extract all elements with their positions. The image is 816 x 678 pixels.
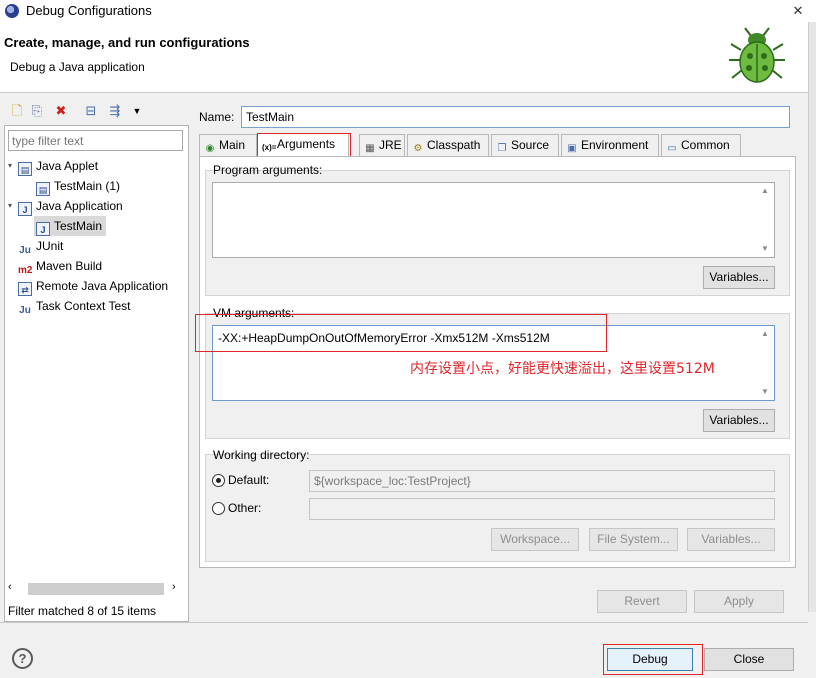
tab-label: JRE xyxy=(379,138,402,152)
default-radio[interactable] xyxy=(212,474,225,487)
program-arguments-textarea[interactable]: ▲ ▼ xyxy=(212,182,775,258)
applet-icon: ▤ xyxy=(18,162,32,176)
name-field[interactable] xyxy=(241,106,790,128)
tab-label: Classpath xyxy=(427,138,481,152)
tab-label: Common xyxy=(681,138,730,152)
collapse-arrow-icon[interactable]: ▾ xyxy=(8,196,12,216)
tab-common[interactable]: ▭ Common xyxy=(661,134,741,156)
header-title: Create, manage, and run configurations xyxy=(4,35,250,50)
name-label: Name: xyxy=(199,110,235,124)
collapse-arrow-icon[interactable]: ▾ xyxy=(8,156,12,176)
revert-button[interactable]: Revert xyxy=(597,590,687,613)
tree-item-label: Remote Java Application xyxy=(36,279,169,293)
tree-horizontal-scrollbar[interactable]: ‹ › xyxy=(8,581,185,597)
footer-divider xyxy=(0,622,808,623)
filter-input[interactable] xyxy=(8,130,183,151)
vm-variables-button[interactable]: Variables... xyxy=(703,409,775,432)
scroll-left-icon[interactable]: ‹ xyxy=(8,581,12,593)
window-title: Debug Configurations xyxy=(26,3,152,18)
scroll-down-icon[interactable]: ▼ xyxy=(757,385,773,399)
tree-item-remote-java[interactable]: ⇄ Remote Java Application xyxy=(18,276,168,296)
jre-tab-icon: ▦ xyxy=(365,143,375,154)
header-divider xyxy=(0,92,808,93)
new-config-icon[interactable]: 🗋 xyxy=(8,102,26,120)
duplicate-icon[interactable]: ⎘ xyxy=(28,102,46,120)
tab-environment[interactable]: ▣ Environment xyxy=(561,134,659,156)
tree-item-label: Java Application xyxy=(36,199,123,213)
tab-source[interactable]: ❐ Source xyxy=(491,134,559,156)
workdir-variables-button[interactable]: Variables... xyxy=(687,528,775,551)
tab-label: Source xyxy=(511,138,550,152)
tree-item-label: Java Applet xyxy=(36,159,99,173)
textarea-scrollbar[interactable]: ▲ ▼ xyxy=(757,184,773,256)
tree-item-testmain-selected[interactable]: J TestMain xyxy=(34,216,107,236)
scroll-up-icon[interactable]: ▲ xyxy=(757,327,773,341)
common-tab-icon: ▭ xyxy=(667,143,677,154)
tree-item-label: Task Context Test xyxy=(36,299,131,313)
window-scrollbar[interactable] xyxy=(808,22,816,612)
tree-item-java-applet[interactable]: ▾ ▤ Java Applet xyxy=(8,156,98,176)
tree-item-testmain-1[interactable]: ▤ TestMain (1) xyxy=(36,176,120,196)
tab-jre[interactable]: ▦ JRE xyxy=(359,134,405,156)
tree-item-maven-build[interactable]: m2 Maven Build xyxy=(18,256,102,276)
scroll-right-icon[interactable]: › xyxy=(172,581,176,593)
tree-item-label: TestMain xyxy=(54,219,103,233)
working-directory-label: Working directory: xyxy=(213,448,310,462)
program-arguments-label: Program arguments: xyxy=(213,163,323,177)
apply-button[interactable]: Apply xyxy=(694,590,784,613)
tab-label: Environment xyxy=(581,138,649,152)
annotation-box-vm-args xyxy=(195,314,607,352)
scroll-thumb[interactable] xyxy=(28,583,164,595)
eclipse-icon xyxy=(5,4,19,18)
tree-item-junit[interactable]: Ju JUnit xyxy=(18,236,63,256)
source-tab-icon: ❐ xyxy=(497,143,507,154)
annotation-box-debug xyxy=(603,644,703,675)
close-window-button[interactable]: ✕ xyxy=(780,0,816,22)
tree-item-label: TestMain (1) xyxy=(54,179,121,193)
task-context-icon: Ju xyxy=(19,305,31,316)
java-app-icon: J xyxy=(18,202,32,216)
help-icon[interactable]: ? xyxy=(12,648,33,669)
file-system-button[interactable]: File System... xyxy=(589,528,678,551)
filter-status: Filter matched 8 of 15 items xyxy=(8,604,157,618)
scroll-down-icon[interactable]: ▼ xyxy=(757,242,773,256)
header-subtitle: Debug a Java application xyxy=(10,60,145,74)
other-directory-field xyxy=(309,498,775,520)
debug-bug-icon xyxy=(729,27,785,83)
config-toolbar: 🗋 ⎘ ✖ ⊟ ⇶ ▼ xyxy=(4,100,189,124)
tree-item-label: Maven Build xyxy=(36,259,103,273)
default-label: Default: xyxy=(228,473,270,487)
java-config-icon: J xyxy=(36,222,50,236)
vm-annotation-note: 内存设置小点，好能更快速溢出，这里设置512M xyxy=(410,361,715,377)
scroll-up-icon[interactable]: ▲ xyxy=(757,184,773,198)
other-label: Other: xyxy=(228,501,262,515)
dialog-header xyxy=(0,22,816,92)
tab-main[interactable]: ◉ Main xyxy=(199,134,257,156)
environment-tab-icon: ▣ xyxy=(567,143,577,154)
remote-java-icon: ⇄ xyxy=(18,282,32,296)
other-radio[interactable] xyxy=(212,502,225,515)
delete-icon[interactable]: ✖ xyxy=(52,102,70,120)
textarea-scrollbar[interactable]: ▲ ▼ xyxy=(757,327,773,399)
collapse-all-icon[interactable]: ⊟ xyxy=(82,102,100,120)
filter-icon[interactable]: ⇶ xyxy=(106,102,124,120)
tree-item-label: JUnit xyxy=(36,239,64,253)
view-menu-icon[interactable]: ▼ xyxy=(128,102,146,120)
tree-item-java-application[interactable]: ▾ J Java Application xyxy=(8,196,123,216)
program-variables-button[interactable]: Variables... xyxy=(703,266,775,289)
close-button[interactable]: Close xyxy=(704,648,794,671)
tab-classpath[interactable]: ⚙ Classpath xyxy=(407,134,489,156)
classpath-tab-icon: ⚙ xyxy=(413,143,423,154)
default-directory-field: ${workspace_loc:TestProject} xyxy=(309,470,775,492)
title-bar: Debug Configurations ✕ xyxy=(0,0,816,22)
workspace-button[interactable]: Workspace... xyxy=(491,528,579,551)
tree-item-task-context[interactable]: Ju Task Context Test xyxy=(18,296,131,316)
main-tab-icon: ◉ xyxy=(205,143,215,154)
applet-config-icon: ▤ xyxy=(36,182,50,196)
tab-label: Main xyxy=(219,138,246,152)
